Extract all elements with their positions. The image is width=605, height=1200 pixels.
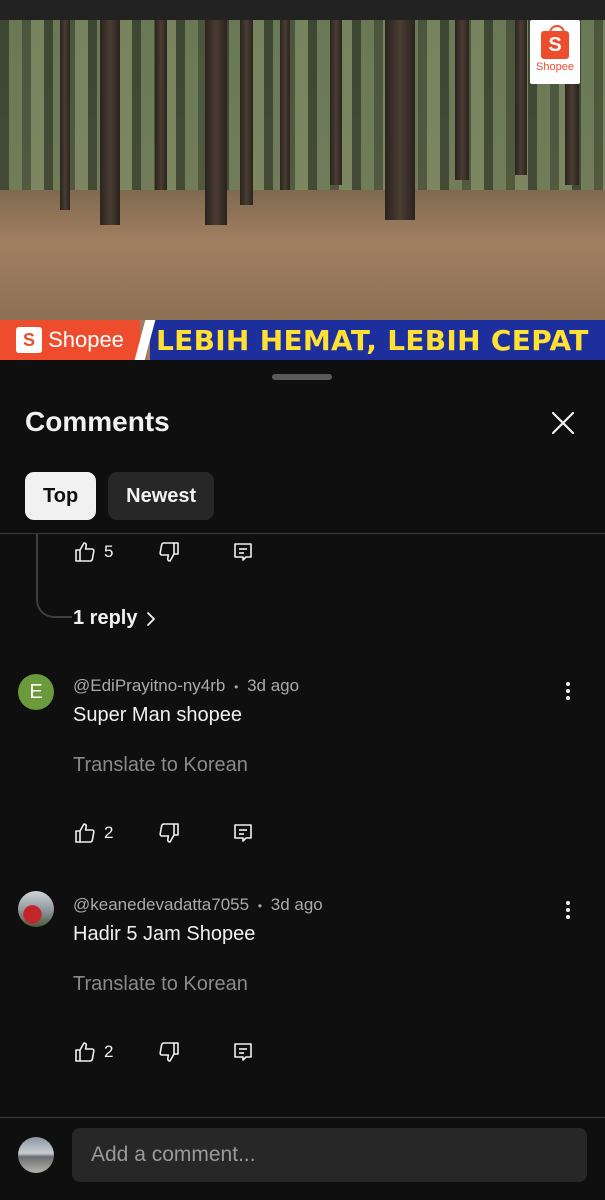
- reply-comment-icon: [234, 1043, 253, 1061]
- comment-author[interactable]: @EdiPrayitno-ny4rb: [73, 676, 225, 695]
- like-button[interactable]: 2: [73, 1040, 113, 1064]
- chevron-right-icon: [147, 611, 156, 626]
- dislike-button[interactable]: [157, 540, 181, 564]
- meta-separator: •: [257, 899, 263, 913]
- tree-trunk: [330, 20, 342, 185]
- sheet-title: Comments: [25, 406, 170, 437]
- reply-button[interactable]: [231, 1040, 255, 1064]
- comment-item: @keanedevadatta7055 • 3d ago Hadir 5 Jam…: [0, 889, 605, 1089]
- replies-count-label: 1 reply: [73, 607, 138, 629]
- like-count: 2: [104, 1042, 114, 1061]
- translate-link[interactable]: Translate to Korean: [73, 973, 248, 996]
- tree-trunk: [280, 20, 290, 190]
- shopee-bag-icon: S: [541, 25, 569, 59]
- close-button[interactable]: [548, 408, 578, 438]
- tree-trunk: [455, 20, 469, 180]
- reply-thread-line: [36, 534, 72, 618]
- avatar[interactable]: E: [18, 674, 54, 710]
- close-icon: [551, 411, 575, 435]
- like-count: 2: [104, 823, 114, 842]
- ad-banner: S Shopee LEBIH HEMAT, LEBIH CEPAT: [0, 320, 605, 360]
- tree-trunk: [100, 20, 120, 225]
- sort-tabs: Top Newest: [25, 472, 215, 520]
- reply-button[interactable]: [231, 540, 255, 564]
- banner-logo: S Shopee: [0, 320, 140, 360]
- thumbs-up-icon: [75, 823, 95, 843]
- thumbs-down-icon: [159, 542, 180, 562]
- thumbs-down-icon: [159, 1042, 180, 1062]
- tab-top[interactable]: Top: [25, 472, 97, 520]
- banner-logo-text: Shopee: [48, 327, 124, 352]
- thumbs-up-icon: [75, 1042, 95, 1062]
- more-options-button[interactable]: [558, 895, 578, 925]
- comment-time: 3d ago: [270, 895, 323, 914]
- tree-trunk: [155, 20, 167, 190]
- user-avatar: [18, 1137, 54, 1173]
- comment-meta: @EdiPrayitno-ny4rb • 3d ago: [73, 676, 299, 696]
- comment-meta: @keanedevadatta7055 • 3d ago: [73, 895, 323, 915]
- status-bar: [0, 0, 605, 20]
- tree-trunk: [205, 20, 227, 225]
- thumbs-down-icon: [159, 823, 180, 843]
- video-player[interactable]: S Shopee S Shopee LEBIH HEMAT, LEBIH CEP…: [0, 20, 605, 360]
- comment-author[interactable]: @keanedevadatta7055: [73, 895, 249, 914]
- kebab-dot: [566, 682, 570, 686]
- tree-trunk: [385, 20, 415, 220]
- thumbs-up-icon: [75, 542, 95, 562]
- tree-trunk: [60, 20, 70, 210]
- tree-trunk: [515, 20, 527, 175]
- tree-trunk: [240, 20, 253, 205]
- forest-floor: [0, 190, 605, 320]
- shopee-bag-icon: S: [16, 327, 43, 353]
- kebab-dot: [566, 696, 570, 700]
- like-button[interactable]: 2: [73, 821, 113, 845]
- comments-sheet: Comments Top Newest 5 1 reply E @EdiPray…: [0, 362, 605, 1200]
- kebab-dot: [566, 915, 570, 919]
- avatar[interactable]: [18, 891, 54, 927]
- meta-separator: •: [234, 680, 239, 694]
- kebab-dot: [566, 901, 570, 905]
- view-replies-link[interactable]: 1 reply: [73, 607, 157, 630]
- comment-actions: 5: [73, 534, 255, 570]
- drag-handle[interactable]: [272, 374, 332, 380]
- comment-input[interactable]: Add a comment...: [72, 1128, 587, 1182]
- kebab-dot: [566, 908, 570, 912]
- more-options-button[interactable]: [558, 676, 578, 706]
- reply-button[interactable]: [231, 821, 255, 845]
- translate-link[interactable]: Translate to Korean: [73, 754, 248, 777]
- dislike-button[interactable]: [157, 1040, 181, 1064]
- shopee-corner-text: Shopee: [536, 61, 574, 73]
- banner-slogan: LEBIH HEMAT, LEBIH CEPAT: [150, 320, 605, 360]
- avatar-letter: E: [29, 680, 43, 703]
- tab-newest[interactable]: Newest: [108, 472, 215, 520]
- reply-comment-icon: [234, 543, 253, 561]
- shopee-corner-logo: S Shopee: [530, 20, 580, 84]
- like-button[interactable]: 5: [73, 540, 113, 564]
- comment-time: 3d ago: [247, 676, 300, 695]
- reply-comment-icon: [234, 824, 253, 842]
- comment-text: Super Man shopee: [73, 704, 243, 726]
- comment-input-placeholder: Add a comment...: [91, 1143, 256, 1166]
- dislike-button[interactable]: [157, 821, 181, 845]
- comment-item: E @EdiPrayitno-ny4rb • 3d ago Super Man …: [0, 670, 605, 870]
- composer-divider: [0, 1117, 605, 1118]
- like-count: 5: [104, 542, 114, 561]
- comment-actions: 2: [73, 1034, 255, 1070]
- comment-text: Hadir 5 Jam Shopee: [73, 923, 256, 945]
- comment-actions: 2: [73, 815, 255, 851]
- kebab-dot: [566, 689, 570, 693]
